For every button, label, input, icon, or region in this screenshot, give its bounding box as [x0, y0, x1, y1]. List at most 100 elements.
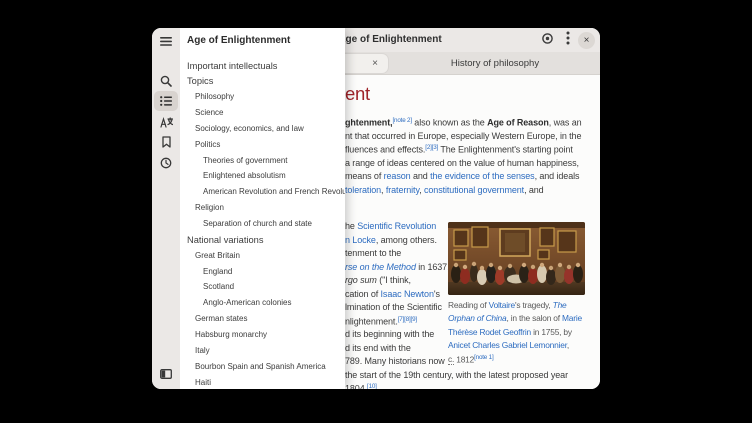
text-segment: he	[345, 221, 357, 231]
view-appearance-button[interactable]	[539, 32, 556, 49]
article-link[interactable]: The	[553, 300, 567, 310]
text-segment: d its beginning with the	[345, 329, 434, 339]
text-line: featuring his famous dictum, Cogito, erg…	[345, 275, 411, 285]
article-link[interactable]: Orphan of China	[448, 313, 506, 323]
kebab-menu-icon	[566, 31, 570, 50]
text-line: date the end of the Enlightenment as the…	[345, 370, 568, 380]
article-link[interactable]: Anicet Charles Gabriel Lemonnier	[448, 340, 567, 350]
article-link[interactable]: [7][8][9]	[398, 316, 417, 323]
toc-item[interactable]: Topics	[187, 74, 213, 88]
article-link[interactable]: [10]	[367, 383, 377, 389]
toc-item[interactable]: Politics	[195, 138, 220, 152]
eye-icon	[541, 32, 554, 50]
toc-item[interactable]: Sociology, economics, and law	[195, 122, 304, 136]
toc-item[interactable]: German states	[195, 312, 247, 326]
article-link[interactable]: toleration	[345, 185, 381, 195]
toc-item[interactable]: Science	[195, 106, 223, 120]
text-segment: 's tragedy,	[515, 300, 553, 310]
article-link[interactable]: n Locke	[345, 235, 376, 245]
toc-item[interactable]: Religion	[195, 201, 224, 215]
search-button[interactable]	[154, 71, 178, 91]
tab-history-of-philosophy[interactable]: History of philosophy	[392, 54, 598, 73]
tab-close-button[interactable]: ×	[368, 54, 382, 73]
toc-item[interactable]: Italy	[195, 344, 210, 358]
text-line: 17th and 18th centuries, with global inf…	[345, 144, 573, 155]
text-line: outbreak of the French Revolution in 178…	[345, 356, 445, 366]
text-segment: 1804.	[345, 384, 367, 390]
article-link[interactable]: reason	[384, 171, 411, 181]
toc-item[interactable]: Great Britain	[195, 249, 240, 263]
bookmarks-button[interactable]	[154, 132, 178, 152]
main-menu-button[interactable]	[154, 31, 178, 51]
toc-item[interactable]: Important intellectuals	[187, 59, 277, 73]
languages-button[interactable]	[154, 112, 178, 132]
text-line: being the death of Immanuel Kant in 1804…	[345, 383, 377, 389]
article-image[interactable]	[448, 222, 585, 295]
toc-item[interactable]: Philosophy	[195, 90, 234, 104]
text-segment: the start of the 19th century, with the …	[345, 370, 568, 380]
article-link[interactable]: rse on the Method	[345, 262, 416, 272]
toc-drawer: Age of Enlightenment Important intellect…	[180, 28, 345, 389]
text-line: Orphan of China, in the salon of Marie	[448, 313, 582, 323]
primary-menu-button[interactable]	[559, 32, 576, 49]
text-segment: , was an	[549, 118, 582, 128]
article-link[interactable]: Marie	[562, 313, 582, 323]
text-segment: , and ideals	[535, 171, 580, 181]
text-segment: nt that occurred in Europe, especially W…	[345, 131, 581, 141]
article-link[interactable]: [2][3]	[425, 144, 438, 151]
text-line: Thérèse Rodet Geoffrin in 1755, by	[448, 327, 572, 337]
toc-item[interactable]: Theories of government	[203, 154, 288, 168]
text-line: Revolution and the beginning of the Enli…	[345, 316, 417, 327]
sidebar-rail	[152, 28, 180, 389]
hamburger-menu-icon	[160, 37, 172, 46]
article-link[interactable]: Scientific Revolution	[357, 221, 436, 231]
text-segment: Reading of	[448, 300, 489, 310]
toc-item[interactable]: England	[203, 265, 232, 279]
text-line: Some date the beginning of the Enlighten…	[345, 248, 401, 258]
text-segment: also known as the	[412, 118, 487, 128]
close-icon: ×	[584, 32, 590, 49]
toc-item[interactable]: American Revolution and French Revolutio…	[203, 185, 345, 199]
text-line: the pursuit of knowledge obtained by mea…	[345, 171, 579, 181]
toc-item[interactable]: National variations	[187, 233, 263, 247]
toggle-sidebar-button[interactable]	[154, 364, 178, 384]
article-link[interactable]: fraternity	[386, 185, 419, 195]
langlinks-icon	[160, 117, 173, 128]
article-link[interactable]: Thérèse Rodet Geoffrin	[448, 327, 531, 337]
text-line: death of Louis XIV of France in 1715 and…	[345, 343, 411, 353]
text-segment: ,	[567, 340, 569, 350]
toc-item[interactable]: Enlightened absolutism	[203, 169, 286, 183]
history-button[interactable]	[154, 153, 178, 173]
article-link[interactable]: Voltaire	[489, 300, 515, 310]
toc-button[interactable]	[154, 91, 178, 111]
article-link[interactable]: Isaac Newton	[381, 289, 434, 299]
text-segment: 789. Many historians now	[345, 356, 445, 366]
article-link[interactable]: the evidence of the senses	[430, 171, 534, 181]
text-segment: d its end with the	[345, 343, 411, 353]
toc-item[interactable]: Bourbon Spain and Spanish America	[195, 360, 326, 374]
text-segment: in 1637,	[416, 262, 450, 272]
history-clock-icon	[160, 157, 172, 169]
toc-title: Age of Enlightenment	[187, 35, 290, 46]
toc-list-icon	[160, 96, 172, 106]
text-line: included a range of ideas centered on th…	[345, 158, 579, 168]
article-heading: Age of Enlightenment	[345, 83, 370, 105]
text-line: publication of René Descartes' Discourse…	[345, 262, 450, 272]
text-segment: fluences and effects.	[345, 145, 425, 155]
text-segment: a range of ideas centered on the value o…	[345, 158, 579, 168]
text-line: Reading of Voltaire's tragedy, The	[448, 300, 567, 310]
toc-item[interactable]: Scotland	[203, 280, 234, 294]
close-window-button[interactable]: ×	[578, 32, 595, 49]
text-line: Anicet Charles Gabriel Lemonnier,	[448, 340, 569, 350]
toc-item[interactable]: Habsburg monarchy	[195, 328, 267, 342]
text-segment: ("I think,	[377, 275, 411, 285]
text-line: The Enlightenment was preceded by the Sc…	[345, 221, 436, 231]
article-link[interactable]: [note 2]	[393, 117, 412, 124]
toc-item[interactable]: Anglo-American colonies	[203, 296, 292, 310]
toc-item[interactable]: Haiti	[195, 376, 211, 390]
article-link[interactable]: constitutional government	[424, 185, 524, 195]
article-link[interactable]: [note 1]	[474, 354, 493, 361]
toc-item[interactable]: Separation of church and state	[203, 217, 312, 231]
text-segment: cation of	[345, 289, 381, 299]
text-segment: , in the salon of	[506, 313, 562, 323]
